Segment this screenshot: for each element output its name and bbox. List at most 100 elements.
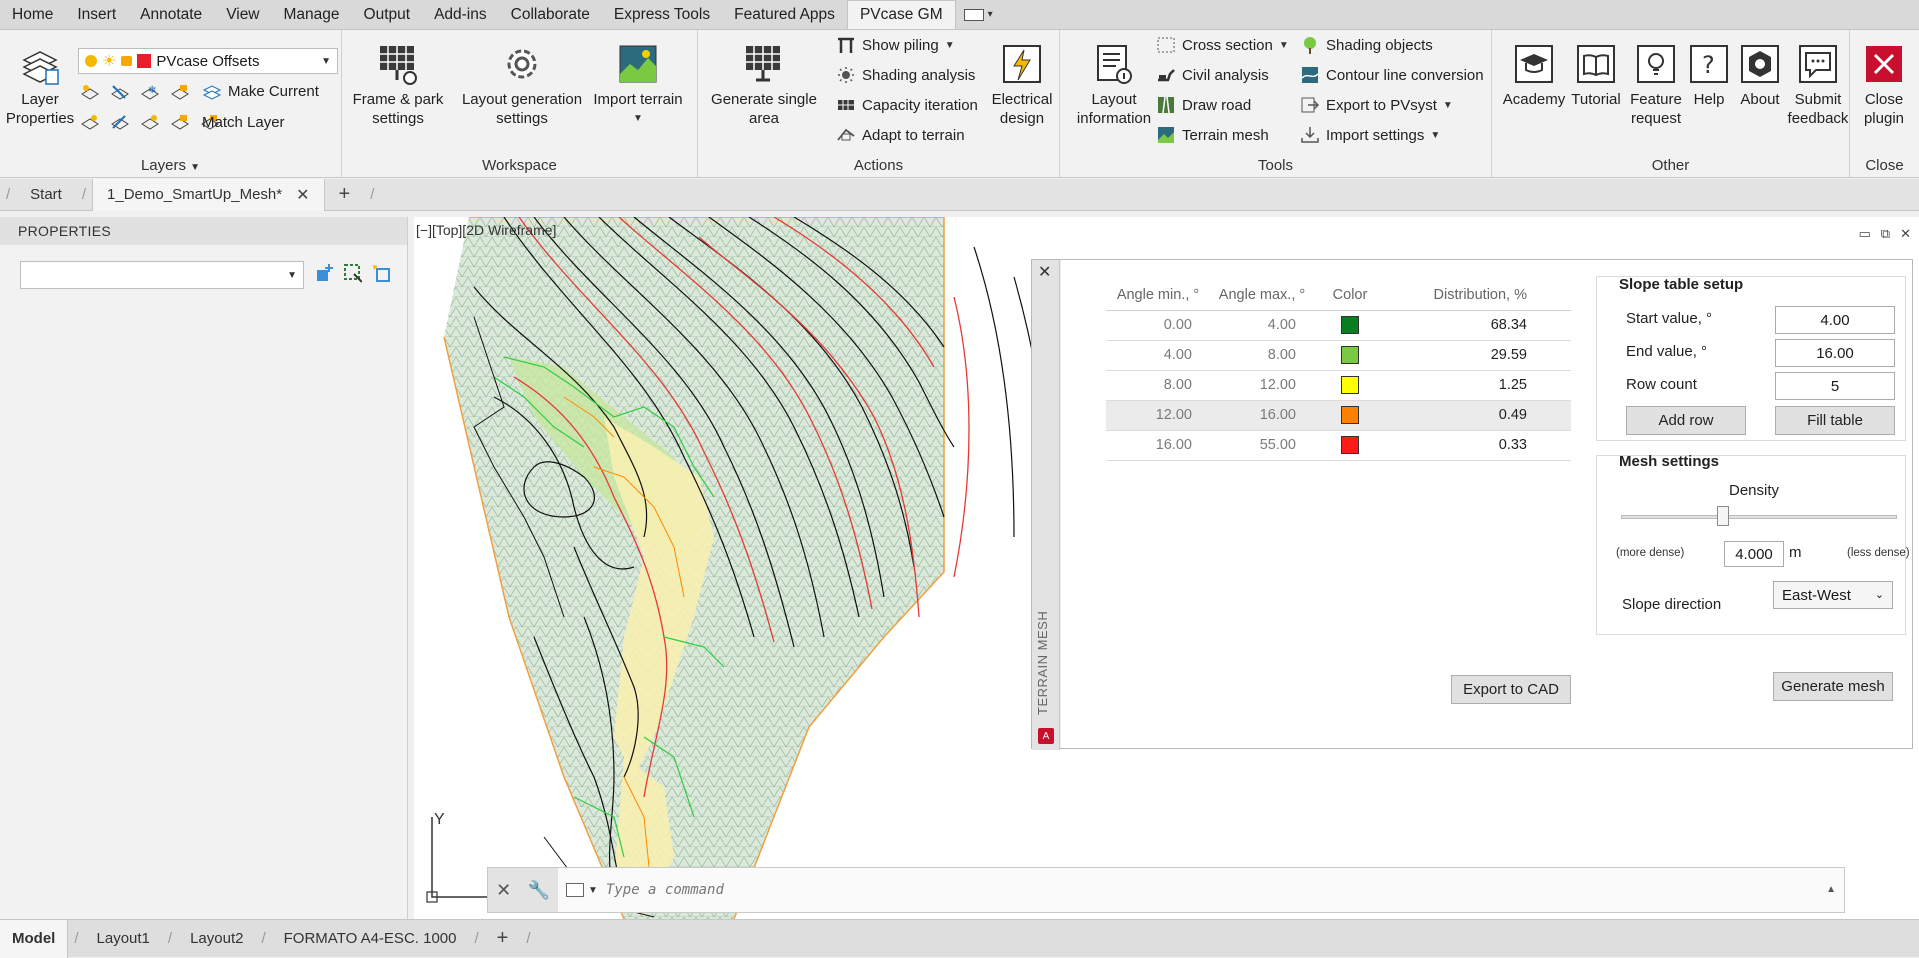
viewport-controls-label[interactable]: [−][Top][2D Wireframe] [416,222,556,238]
column-header[interactable]: Color [1314,280,1386,311]
close-icon[interactable]: ✕ [1900,226,1911,242]
adapt-to-terrain-button[interactable]: Adapt to terrain [836,124,965,146]
layer-unlock-icon[interactable] [170,112,190,132]
match-layer-button[interactable]: Match Layer [202,111,285,133]
angle-max-cell[interactable]: 55.00 [1210,430,1314,461]
tab-layout1[interactable]: Layout1 [85,920,162,958]
generate-single-area-button[interactable]: Generate single area [700,36,828,128]
column-header[interactable]: Angle min., ° [1106,280,1210,311]
electrical-design-button[interactable]: Electrical design [986,36,1058,128]
tab-manage[interactable]: Manage [272,0,352,29]
capacity-iteration-button[interactable]: Capacity iteration [836,94,978,116]
export-to-cad-button[interactable]: Export to CAD [1451,675,1571,704]
layer-walk-icon[interactable] [80,112,100,132]
feature-request-button[interactable]: Feature request [1622,36,1690,128]
minimize-icon[interactable]: ▭ [1859,226,1871,242]
color-swatch[interactable] [1341,406,1359,424]
color-swatch[interactable] [1341,436,1359,454]
color-cell[interactable] [1314,430,1386,461]
angle-min-cell[interactable]: 16.00 [1106,430,1210,461]
color-cell[interactable] [1314,340,1386,371]
command-input[interactable]: Type a command [598,882,724,898]
layer-off-icon[interactable] [110,82,130,102]
table-row[interactable]: 0.00 4.00 68.34 [1106,310,1571,341]
tab-output[interactable]: Output [352,0,423,29]
color-swatch[interactable] [1341,346,1359,364]
object-type-select[interactable]: ▼ [20,261,304,289]
restore-icon[interactable]: ⧉ [1881,226,1890,242]
add-row-button[interactable]: Add row [1626,406,1746,435]
layer-lock-icon[interactable] [170,82,190,102]
select-objects-icon[interactable] [342,263,362,283]
tab-collaborate[interactable]: Collaborate [499,0,602,29]
tab-home[interactable]: Home [0,0,65,29]
chevron-up-icon[interactable]: ▲ [1826,884,1836,895]
contour-line-conversion-button[interactable]: Contour line conversion [1300,64,1484,86]
angle-max-cell[interactable]: 16.00 [1210,400,1314,431]
terrain-mesh-titlebar[interactable]: ✕ TERRAIN MESH A [1032,260,1060,750]
angle-max-cell[interactable]: 12.00 [1210,370,1314,401]
layer-properties-button[interactable]: Layer Properties [2,36,78,128]
end-value-input[interactable]: 16.00 [1775,339,1895,367]
close-tab-icon[interactable]: ✕ [296,185,309,205]
slope-direction-select[interactable]: East-West ⌄ [1773,581,1893,609]
layout-information-button[interactable]: Layout information [1066,36,1162,128]
tab-layout2[interactable]: Layout2 [178,920,255,958]
show-piling-button[interactable]: Show piling ▼ [836,34,955,56]
tab-formato-a4[interactable]: FORMATO A4-ESC. 1000 [272,920,469,958]
layer-thaw-icon[interactable] [140,112,160,132]
density-slider-track[interactable] [1621,515,1897,519]
tutorial-button[interactable]: Tutorial [1562,36,1630,109]
help-button[interactable]: ? Help [1684,36,1734,109]
angle-min-cell[interactable]: 4.00 [1106,340,1210,371]
wrench-icon[interactable]: 🔧 [527,880,549,901]
column-header[interactable]: Distribution, % [1386,280,1571,311]
frame-park-settings-button[interactable]: Frame & park settings [346,36,450,128]
tab-express-tools[interactable]: Express Tools [602,0,722,29]
color-cell[interactable] [1314,370,1386,401]
color-cell[interactable] [1314,400,1386,431]
table-row[interactable]: 8.00 12.00 1.25 [1106,370,1571,401]
export-to-pvsyst-button[interactable]: Export to PVsyst ▼ [1300,94,1453,116]
tab-active-drawing[interactable]: 1_Demo_SmartUp_Mesh* ✕ [92,178,325,211]
new-layout-button[interactable]: + [485,927,521,950]
column-header[interactable]: Angle max., ° [1210,280,1314,311]
tab-featured-apps[interactable]: Featured Apps [722,0,847,29]
angle-min-cell[interactable]: 12.00 [1106,400,1210,431]
layers-panel-label[interactable]: Layers ▼ [0,157,341,174]
import-settings-button[interactable]: Import settings ▼ [1300,124,1440,146]
table-row[interactable]: 16.00 55.00 0.33 [1106,430,1571,461]
layout-generation-settings-button[interactable]: Layout generation settings [446,36,598,128]
civil-analysis-button[interactable]: Civil analysis [1156,64,1269,86]
fill-table-button[interactable]: Fill table [1775,406,1895,435]
about-button[interactable]: About [1732,36,1788,109]
shading-objects-button[interactable]: Shading objects [1300,34,1433,56]
draw-road-button[interactable]: Draw road [1156,94,1251,116]
table-row[interactable]: 4.00 8.00 29.59 [1106,340,1571,371]
academy-button[interactable]: Academy [1498,36,1570,109]
row-count-input[interactable]: 5 [1775,372,1895,400]
cross-section-button[interactable]: Cross section ▼ [1156,34,1289,56]
layer-isolate-icon[interactable] [80,82,100,102]
ribbon-minimize-toggle[interactable]: ▾ [956,0,1001,29]
command-prompt-button[interactable]: ▼ [558,883,598,897]
tab-start[interactable]: Start [16,179,76,211]
new-tab-button[interactable]: + [325,183,365,206]
table-row-selected[interactable]: 12.00 16.00 0.49 [1106,400,1571,431]
make-current-button[interactable]: Make Current [202,80,319,102]
submit-feedback-button[interactable]: Submit feedback [1786,36,1850,128]
density-input[interactable]: 4.000 [1724,541,1784,567]
close-plugin-button[interactable]: Close plugin [1852,36,1916,128]
color-cell[interactable] [1314,310,1386,341]
quick-select-icon[interactable] [370,263,390,283]
close-icon[interactable]: ✕ [1038,262,1051,282]
layer-freeze-icon[interactable]: ❄ [140,82,160,102]
import-terrain-button[interactable]: Import terrain ▼ [582,36,694,128]
tab-add-ins[interactable]: Add-ins [422,0,499,29]
tab-insert[interactable]: Insert [65,0,128,29]
start-value-input[interactable]: 4.00 [1775,306,1895,334]
tab-pvcase-gm[interactable]: PVcase GM [846,0,956,29]
generate-mesh-button[interactable]: Generate mesh [1773,672,1893,701]
tab-annotate[interactable]: Annotate [128,0,214,29]
color-swatch[interactable] [1341,376,1359,394]
